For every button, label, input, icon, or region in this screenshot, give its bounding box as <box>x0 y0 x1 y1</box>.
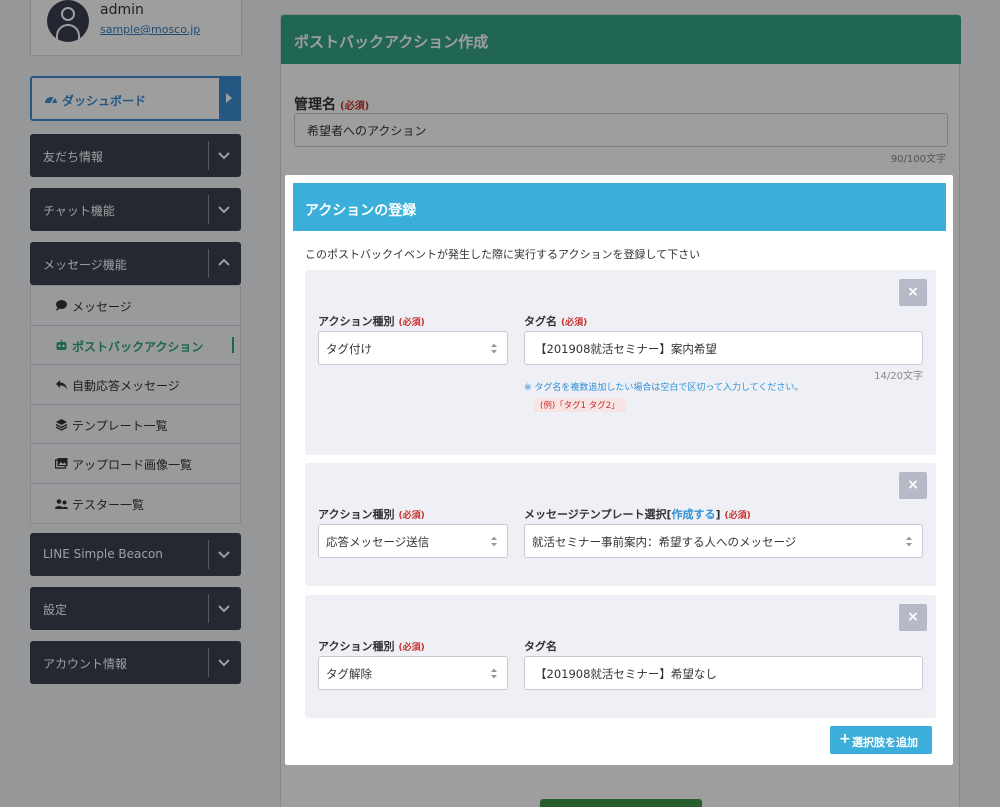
remove-action-button[interactable]: × <box>899 472 927 499</box>
action-type-select[interactable]: タグ解除 <box>318 656 508 690</box>
tag-example: (例)「タグ1 タグ2」 <box>534 398 626 412</box>
add-option-button[interactable]: + 選択肢を追加 <box>830 726 932 754</box>
label-text: タグ名 <box>524 315 557 328</box>
action-card: × アクション種別 (必須) タグ付け タグ名 (必須) 【201908就活セミナー… <box>305 270 936 455</box>
plus-icon: + <box>839 731 851 747</box>
required-badge: (必須) <box>561 318 588 328</box>
action-type-label: アクション種別 (必須) <box>318 638 425 654</box>
label-text: アクション種別 <box>318 508 395 521</box>
action-card: × アクション種別 (必須) 応答メッセージ送信 メッセージテンプレート選択[作成… <box>305 463 936 586</box>
modal-header: アクションの登録 <box>293 183 946 231</box>
label-text: メッセージテンプレート選択[ <box>524 508 672 521</box>
action-type-label: アクション種別 (必須) <box>318 506 425 522</box>
label-text: ] <box>715 508 721 521</box>
remove-action-button[interactable]: × <box>899 604 927 631</box>
required-badge: (必須) <box>398 643 425 653</box>
message-template-label: メッセージテンプレート選択[作成する] (必須) <box>524 506 751 522</box>
tag-name-label: タグ名 <box>524 638 557 654</box>
close-icon: × <box>907 284 919 300</box>
action-type-select[interactable]: タグ付け <box>318 331 508 365</box>
required-badge: (必須) <box>398 511 425 521</box>
select-caret-icon <box>491 668 497 679</box>
modal-title: アクションの登録 <box>305 203 417 219</box>
label-text: アクション種別 <box>318 640 395 653</box>
action-type-select[interactable]: 応答メッセージ送信 <box>318 524 508 558</box>
label-text: タグ名 <box>524 640 557 653</box>
tag-name-input[interactable]: 【201908就活セミナー】案内希望 <box>524 331 923 365</box>
tag-help-note: ※ タグ名を複数追加したい場合は空白で区切って入力してください。 <box>524 383 804 393</box>
select-caret-icon <box>491 343 497 354</box>
required-badge: (必須) <box>724 511 751 521</box>
modal-description: このポストバックイベントが発生した際に実行するアクションを登録して下さい <box>305 248 701 261</box>
action-type-label: アクション種別 (必須) <box>318 313 425 329</box>
select-caret-icon <box>906 536 912 547</box>
action-register-modal: アクションの登録 このポストバックイベントが発生した際に実行するアクションを登録… <box>285 175 953 765</box>
label-text: アクション種別 <box>318 315 395 328</box>
add-option-label: 選択肢を追加 <box>852 736 918 749</box>
char-count: 14/20文字 <box>874 371 923 382</box>
required-badge: (必須) <box>398 318 425 328</box>
message-template-select[interactable]: 就活セミナー事前案内：希望する人へのメッセージ <box>524 524 923 558</box>
remove-action-button[interactable]: × <box>899 279 927 306</box>
select-caret-icon <box>491 536 497 547</box>
close-icon: × <box>907 477 919 493</box>
select-value: 応答メッセージ送信 <box>326 535 430 549</box>
action-card: × アクション種別 (必須) タグ解除 タグ名 【201908就活セミナー】希望な… <box>305 595 936 718</box>
tag-name-input[interactable]: 【201908就活セミナー】希望なし <box>524 656 923 690</box>
close-icon: × <box>907 609 919 625</box>
tag-name-label: タグ名 (必須) <box>524 313 587 329</box>
select-value: タグ解除 <box>326 667 372 681</box>
select-value: タグ付け <box>326 342 372 356</box>
select-value: 就活セミナー事前案内：希望する人へのメッセージ <box>532 535 797 549</box>
create-template-link[interactable]: 作成する <box>671 508 715 521</box>
